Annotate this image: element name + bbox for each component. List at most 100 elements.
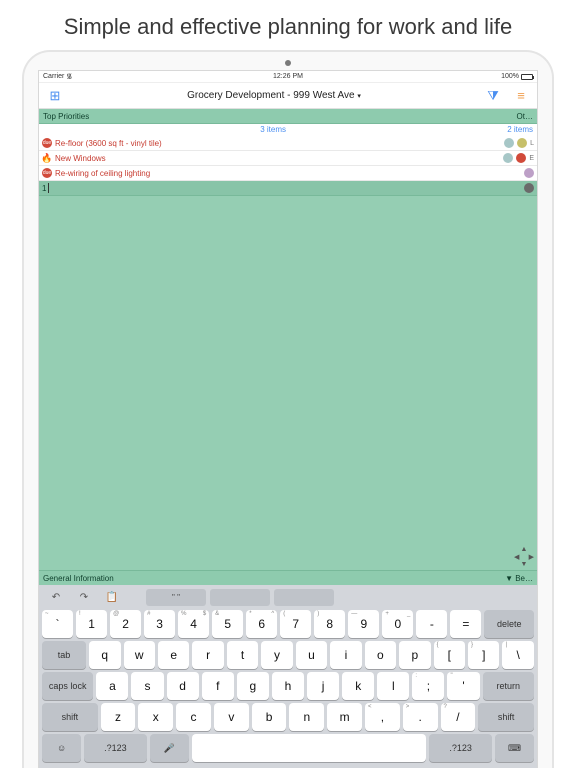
key-t[interactable]: t bbox=[227, 641, 258, 669]
key-l[interactable]: l bbox=[377, 672, 409, 700]
fire-icon: 🔥 bbox=[42, 153, 52, 163]
key-m[interactable]: m bbox=[327, 703, 362, 731]
key-7[interactable]: (7 bbox=[280, 610, 311, 638]
mic-icon[interactable]: 🎤 bbox=[150, 734, 189, 762]
clock: 12:26 PM bbox=[273, 73, 303, 80]
key-w[interactable]: w bbox=[124, 641, 155, 669]
key-shift[interactable]: shift bbox=[42, 703, 98, 731]
key-z[interactable]: z bbox=[101, 703, 136, 731]
suggestion[interactable]: " " bbox=[146, 589, 206, 606]
key-g[interactable]: g bbox=[237, 672, 269, 700]
key-c[interactable]: c bbox=[176, 703, 211, 731]
key-6[interactable]: *^6 bbox=[246, 610, 277, 638]
item-title: Re-floor (3600 sq ft - vinyl tile) bbox=[55, 139, 162, 148]
list-area: due Re-floor (3600 sq ft - vinyl tile) L… bbox=[39, 136, 537, 570]
key-delete[interactable]: delete bbox=[484, 610, 534, 638]
key-2[interactable]: @2 bbox=[110, 610, 141, 638]
dismiss-keyboard-icon[interactable]: ⌨ bbox=[495, 734, 534, 762]
key-9[interactable]: —9 bbox=[348, 610, 379, 638]
key-/[interactable]: ?/ bbox=[441, 703, 476, 731]
due-badge-icon: due bbox=[42, 138, 52, 148]
avatar bbox=[517, 138, 527, 148]
key-j[interactable]: j bbox=[307, 672, 339, 700]
key-r[interactable]: r bbox=[192, 641, 223, 669]
avatar bbox=[504, 138, 514, 148]
avatar bbox=[516, 153, 526, 163]
nav-bar: ⊞ Grocery Development - 999 West Ave ▾ ⧩… bbox=[39, 83, 537, 109]
key-`[interactable]: ~` bbox=[42, 610, 73, 638]
key-v[interactable]: v bbox=[214, 703, 249, 731]
list-item[interactable]: 🔥 New Windows E bbox=[39, 151, 537, 166]
key-'[interactable]: "' bbox=[447, 672, 479, 700]
key-x[interactable]: x bbox=[138, 703, 173, 731]
key-h[interactable]: h bbox=[272, 672, 304, 700]
key-n[interactable]: n bbox=[289, 703, 324, 731]
key-5[interactable]: &5 bbox=[212, 610, 243, 638]
items-count: 3 items 2 items bbox=[39, 124, 537, 136]
key-;[interactable]: :; bbox=[412, 672, 444, 700]
key-1[interactable]: !1 bbox=[76, 610, 107, 638]
key-8[interactable]: )8 bbox=[314, 610, 345, 638]
key-3[interactable]: #3 bbox=[144, 610, 175, 638]
key-][interactable]: }] bbox=[468, 641, 499, 669]
suggestion[interactable] bbox=[274, 589, 334, 606]
section-label: General Information bbox=[43, 574, 114, 583]
menu-icon[interactable]: ≡ bbox=[511, 88, 531, 104]
key-a[interactable]: a bbox=[96, 672, 128, 700]
grid-icon[interactable]: ⊞ bbox=[45, 88, 65, 104]
key-d[interactable]: d bbox=[167, 672, 199, 700]
key-return[interactable]: return bbox=[483, 672, 534, 700]
avatar bbox=[503, 153, 513, 163]
key-k[interactable]: k bbox=[342, 672, 374, 700]
section-right-label: Ot… bbox=[517, 112, 533, 121]
section-general-info[interactable]: General Information ▼ Be… bbox=[39, 570, 537, 585]
key-[[interactable]: {[ bbox=[434, 641, 465, 669]
key-f[interactable]: f bbox=[202, 672, 234, 700]
nav-arrows[interactable]: ▲ ◀▶ ▼ bbox=[513, 546, 535, 568]
key-.[interactable]: >. bbox=[403, 703, 438, 731]
key-o[interactable]: o bbox=[365, 641, 396, 669]
clipboard-button[interactable]: 📋 bbox=[100, 589, 124, 606]
suggestion[interactable] bbox=[210, 589, 270, 606]
key-tab[interactable]: tab bbox=[42, 641, 86, 669]
battery-pct: 100% bbox=[501, 73, 519, 80]
key-\[interactable]: |\ bbox=[502, 641, 533, 669]
item-extra: E bbox=[529, 155, 534, 162]
key-u[interactable]: u bbox=[296, 641, 327, 669]
key-space[interactable] bbox=[192, 734, 427, 762]
item-title: Re-wiring of ceiling lighting bbox=[55, 169, 150, 178]
screen: Carrier ᯾ 12:26 PM 100% ⊞ Grocery Develo… bbox=[38, 70, 538, 768]
new-item-input[interactable]: 1 bbox=[39, 181, 537, 196]
key-numswitch[interactable]: .?123 bbox=[84, 734, 147, 762]
emoji-icon[interactable]: ☺ bbox=[42, 734, 81, 762]
section-top-priorities[interactable]: Top Priorities Ot… bbox=[39, 109, 537, 124]
key--[interactable]: - bbox=[416, 610, 447, 638]
avatar bbox=[524, 183, 534, 193]
key-s[interactable]: s bbox=[131, 672, 163, 700]
key-y[interactable]: y bbox=[261, 641, 292, 669]
key-=[interactable]: = bbox=[450, 610, 481, 638]
page-title[interactable]: Grocery Development - 999 West Ave ▾ bbox=[65, 90, 483, 101]
key-numswitch[interactable]: .?123 bbox=[429, 734, 492, 762]
filter-icon[interactable]: ⧩ bbox=[483, 88, 503, 104]
key-shift[interactable]: shift bbox=[478, 703, 534, 731]
key-q[interactable]: q bbox=[89, 641, 120, 669]
key-capslock[interactable]: caps lock bbox=[42, 672, 93, 700]
keyboard-toolbar: ↶ ↷ 📋 " " bbox=[42, 588, 534, 610]
due-badge-icon: due bbox=[42, 168, 52, 178]
item-extra: L bbox=[530, 140, 534, 147]
undo-button[interactable]: ↶ bbox=[44, 589, 68, 606]
section-right-label: ▼ Be… bbox=[505, 574, 533, 583]
avatar bbox=[524, 168, 534, 178]
redo-button[interactable]: ↷ bbox=[72, 589, 96, 606]
key-4[interactable]: %$4 bbox=[178, 610, 209, 638]
key-p[interactable]: p bbox=[399, 641, 430, 669]
list-item[interactable]: due Re-wiring of ceiling lighting bbox=[39, 166, 537, 181]
key-i[interactable]: i bbox=[330, 641, 361, 669]
list-item[interactable]: due Re-floor (3600 sq ft - vinyl tile) L bbox=[39, 136, 537, 151]
ipad-frame: Carrier ᯾ 12:26 PM 100% ⊞ Grocery Develo… bbox=[22, 50, 554, 768]
key-,[interactable]: <, bbox=[365, 703, 400, 731]
key-b[interactable]: b bbox=[252, 703, 287, 731]
key-0[interactable]: +_0 bbox=[382, 610, 413, 638]
key-e[interactable]: e bbox=[158, 641, 189, 669]
